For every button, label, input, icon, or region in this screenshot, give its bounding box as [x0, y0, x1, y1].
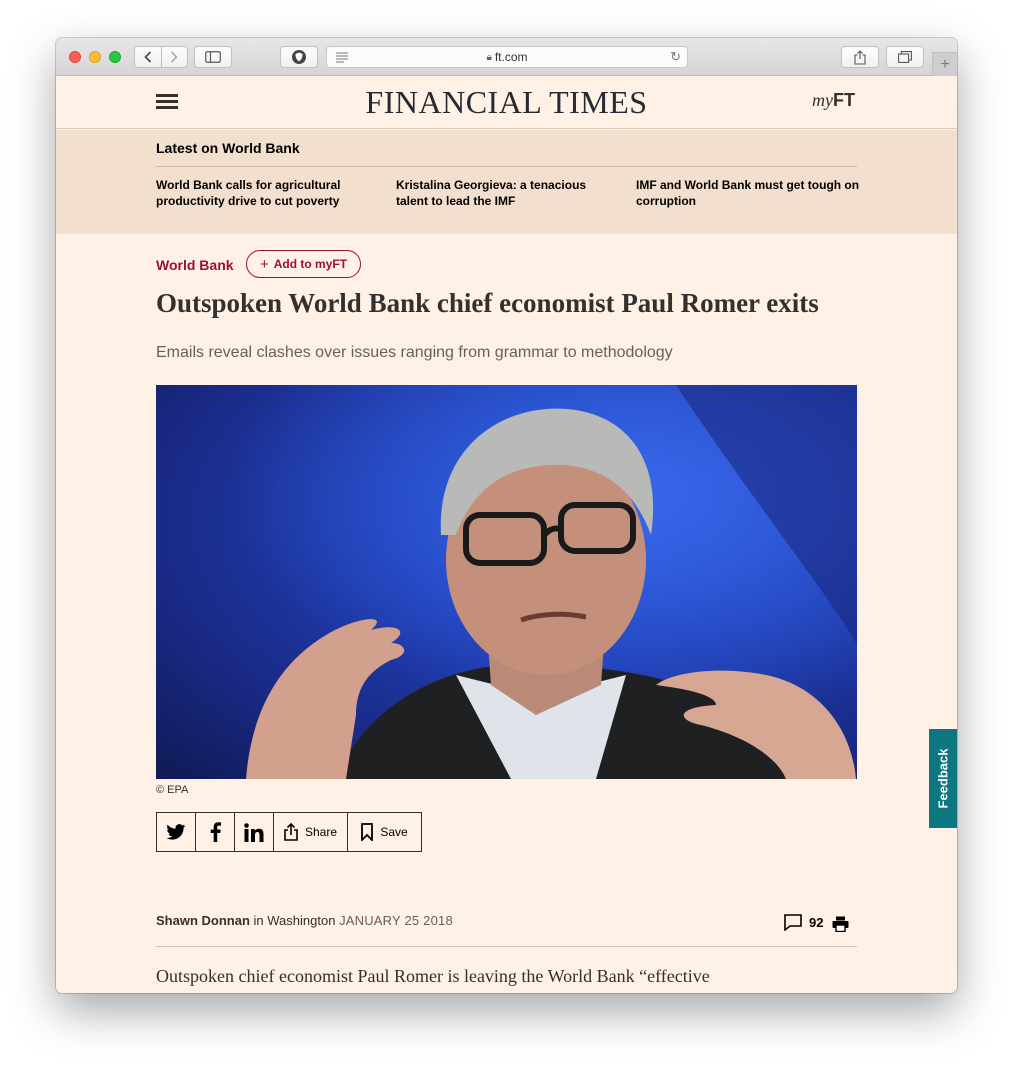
article-headline: Outspoken World Bank chief economist Pau… [156, 288, 819, 318]
plus-icon: + [940, 55, 950, 73]
image-credit: © EPA [156, 784, 189, 796]
facebook-icon [210, 822, 221, 842]
add-to-myft-label: Add to myFT [273, 257, 348, 271]
location: Washington [267, 913, 336, 928]
close-window-button[interactable] [69, 51, 81, 63]
shield-icon [292, 50, 306, 64]
forward-button[interactable] [160, 47, 188, 67]
comment-icon [784, 914, 802, 931]
share-icon [284, 823, 298, 841]
browser-window: 🔒︎ ft.com ↻ + FINANCIAL TIMES myFT Lates… [56, 38, 957, 993]
url-text: ft.com [494, 50, 528, 64]
article-body-paragraph: Outspoken chief economist Paul Romer is … [156, 966, 710, 986]
comments-link[interactable]: 92 [784, 914, 823, 931]
print-icon[interactable] [832, 916, 849, 937]
hero-image [156, 385, 857, 779]
feedback-tab[interactable]: Feedback [929, 729, 957, 828]
myft-link[interactable]: myFT [812, 90, 855, 111]
topic-link[interactable]: World Bank [156, 257, 234, 273]
share-label: Share [304, 825, 338, 839]
share-bar: Share Save [156, 812, 422, 852]
forward-icon [171, 51, 178, 63]
browser-share-button[interactable] [841, 46, 879, 68]
tabs-icon [898, 51, 912, 63]
add-to-myft-button[interactable]: + Add to myFT [246, 250, 361, 278]
latest-strip: Latest on World Bank World Bank calls fo… [56, 130, 957, 234]
reload-icon[interactable]: ↻ [670, 49, 681, 65]
share-button[interactable]: Share [274, 813, 348, 851]
save-label: Save [380, 825, 408, 839]
privacy-shield-button[interactable] [280, 46, 318, 68]
twitter-share-button[interactable] [157, 813, 196, 851]
site-header: FINANCIAL TIMES myFT [56, 76, 957, 129]
linkedin-share-button[interactable] [235, 813, 274, 851]
facebook-share-button[interactable] [196, 813, 235, 851]
divider [156, 166, 857, 167]
zoom-window-button[interactable] [109, 51, 121, 63]
twitter-icon [166, 824, 186, 840]
sidebar-icon [205, 51, 221, 63]
plus-icon: + [259, 255, 269, 273]
back-icon [144, 51, 151, 63]
location-prefix: in [253, 913, 264, 928]
browser-toolbar: 🔒︎ ft.com ↻ + [56, 38, 957, 76]
comment-count: 92 [809, 915, 824, 930]
feedback-label: Feedback [935, 748, 951, 809]
publish-date: JANUARY 25 2018 [339, 913, 453, 928]
address-bar[interactable]: 🔒︎ ft.com ↻ [326, 46, 688, 68]
back-button[interactable] [135, 47, 161, 67]
article-standfirst: Emails reveal clashes over issues rangin… [156, 344, 673, 361]
author-link[interactable]: Shawn Donnan [156, 913, 250, 928]
minimize-window-button[interactable] [89, 51, 101, 63]
sidebar-button[interactable] [194, 46, 232, 68]
reader-icon[interactable] [335, 51, 349, 63]
share-icon [854, 49, 866, 65]
linkedin-icon [244, 822, 264, 842]
nav-buttons [134, 46, 188, 68]
latest-title[interactable]: Latest on World Bank [156, 140, 300, 156]
latest-item[interactable]: World Bank calls for agricultural produc… [156, 177, 381, 209]
new-tab-button[interactable]: + [932, 52, 957, 76]
show-tabs-button[interactable] [886, 46, 924, 68]
latest-item[interactable]: IMF and World Bank must get tough on cor… [636, 177, 861, 209]
myft-ft: FT [833, 90, 855, 110]
latest-item[interactable]: Kristalina Georgieva: a tenacious talent… [396, 177, 621, 209]
save-button[interactable]: Save [348, 813, 421, 851]
byline: Shawn Donnan in Washington JANUARY 25 20… [156, 913, 453, 928]
divider [156, 946, 857, 947]
lock-icon: 🔒︎ [486, 51, 492, 63]
myft-my: my [812, 90, 833, 110]
bookmark-icon [361, 823, 374, 841]
